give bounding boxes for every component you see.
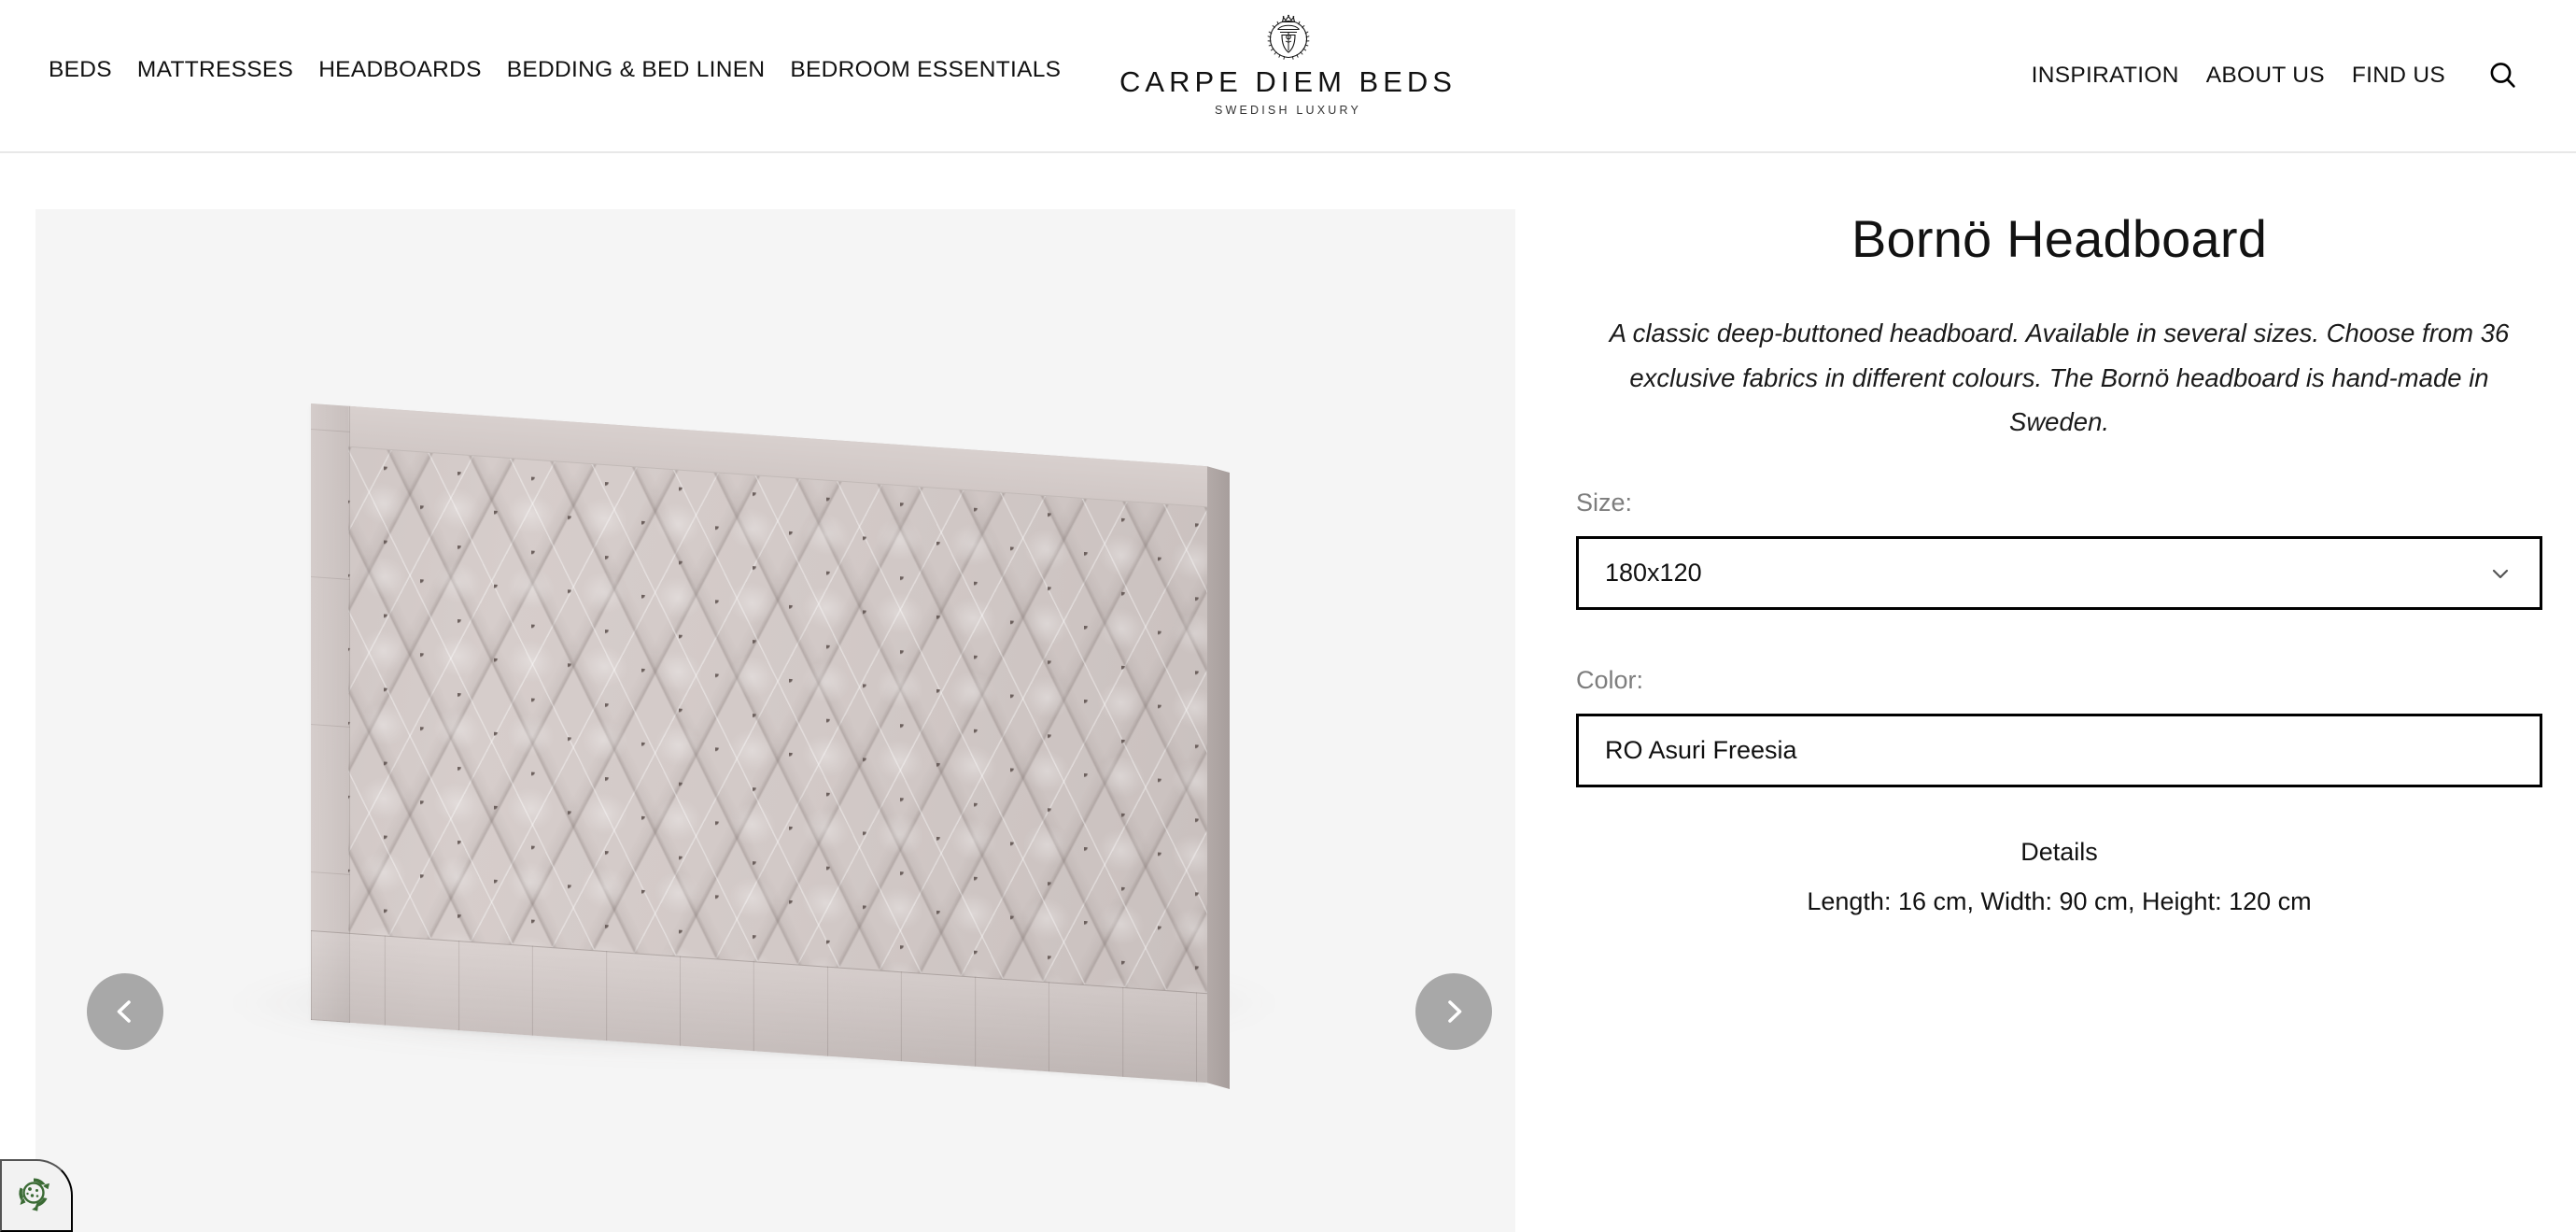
site-header: BEDS MATTRESSES HEADBOARDS BEDDING & BED… [0,0,2576,153]
nav-item-headboards[interactable]: HEADBOARDS [318,58,482,82]
details-heading: Details [2020,838,2098,867]
secondary-navigation: INSPIRATION ABOUT US FIND US [2032,54,2525,97]
nav-item-find-us[interactable]: FIND US [2352,64,2445,88]
chevron-down-icon [2487,560,2513,587]
nav-item-bedroom-essentials[interactable]: BEDROOM ESSENTIALS [790,58,1061,82]
product-gallery [35,209,1515,1232]
product-page: BEDS MATTRESSES HEADBOARDS BEDDING & BED… [0,0,2576,1232]
nav-item-about-us[interactable]: ABOUT US [2206,64,2325,88]
details-dimensions: Length: 16 cm, Width: 90 cm, Height: 120… [1807,887,2312,916]
size-label: Size: [1576,489,1633,517]
product-title: Bornö Headboard [1851,209,2268,268]
chevron-right-icon [1448,1000,1462,1023]
product-image [35,209,1515,1232]
gallery-prev-button[interactable] [87,973,163,1050]
headboard-buttons-offset [348,445,1207,994]
product-details-panel: Bornö Headboard A classic deep-buttoned … [1576,209,2542,914]
chevron-left-icon [117,1000,131,1023]
logo-tagline: SWEDISH LUXURY [1214,104,1362,117]
nav-item-mattresses[interactable]: MATTRESSES [137,58,293,82]
headboard-side-face [1207,466,1230,1089]
nav-item-inspiration[interactable]: INSPIRATION [2032,64,2179,88]
size-selected-value: 180x120 [1605,559,1702,588]
size-select[interactable]: 180x120 [1576,536,2542,611]
color-label: Color: [1576,666,1644,695]
cookie-consent-button[interactable] [0,1159,73,1232]
primary-navigation: BEDS MATTRESSES HEADBOARDS BEDDING & BED… [49,58,1061,82]
cookie-consent-icon [19,1178,49,1211]
crown-laurel-wreath-icon [1267,14,1309,60]
search-icon [2490,63,2515,88]
color-selected-value: RO Asuri Freesia [1605,736,1797,765]
nav-item-beds[interactable]: BEDS [49,58,112,82]
site-logo[interactable]: CARPE DIEM BEDS SWEDISH LUXURY [1092,13,1485,117]
gallery-next-button[interactable] [1415,973,1492,1050]
main-content: Bornö Headboard A classic deep-buttoned … [0,153,2576,1232]
color-select[interactable]: RO Asuri Freesia [1576,714,2542,788]
product-details-section: Details Length: 16 cm, Width: 90 cm, Hei… [1576,840,2542,914]
product-description: A classic deep-buttoned headboard. Avail… [1609,319,2510,436]
search-button[interactable] [2482,54,2525,97]
nav-item-bedding-bed-linen[interactable]: BEDDING & BED LINEN [507,58,766,82]
logo-wordmark: CARPE DIEM BEDS [1119,65,1457,98]
headboard-body [311,404,1230,1089]
